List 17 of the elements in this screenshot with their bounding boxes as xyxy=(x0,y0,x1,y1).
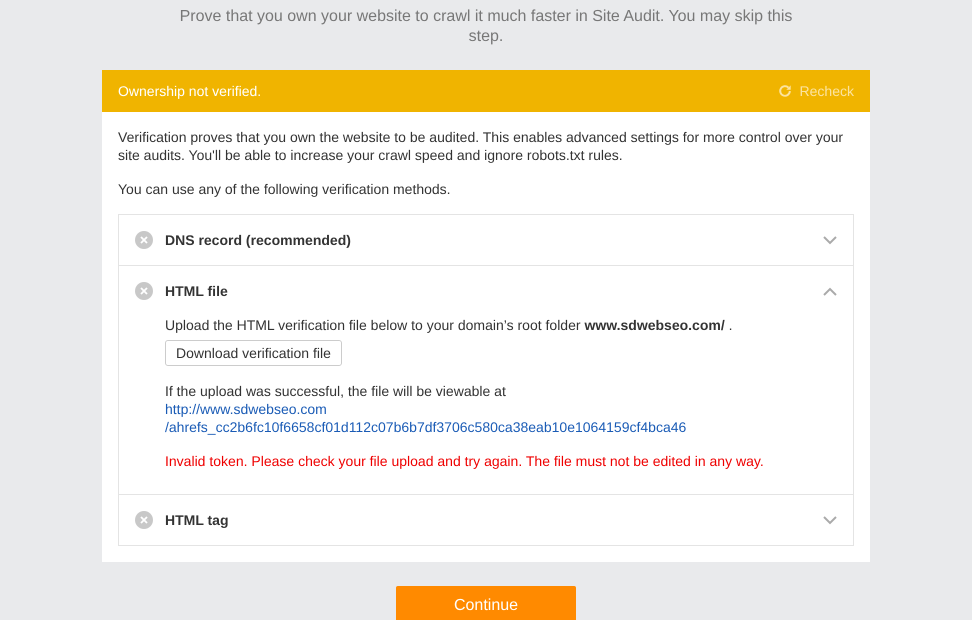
refresh-icon xyxy=(778,84,792,98)
description-text: Verification proves that you own the website to be audited. This enables advanced settings for more control over your site audits. You'll be able to increase your crawl speed and ignore robots.txt rules. xyxy=(118,128,844,164)
method-header[interactable]: HTML tag xyxy=(119,495,853,545)
file-link[interactable]: http://www.sdwebseo.com xyxy=(165,401,327,417)
instruction-text: Upload the HTML verification file below to your domain’s root folder www.sdwebseo.com/ . xyxy=(165,316,734,334)
chevron-down-icon xyxy=(823,236,837,244)
intro-text: Prove that you own your website to crawl it much faster in Site Audit. You may skip this step. xyxy=(178,7,794,47)
method-header[interactable]: HTML file xyxy=(119,266,853,316)
result-text: If the upload was successful, the file will be viewable at xyxy=(165,382,507,400)
download-button[interactable]: Download verification file xyxy=(165,340,342,366)
error-text: Invalid token. Please check your file upload and try again. The file must not be edited in any way. xyxy=(165,452,765,470)
file-link[interactable]: /ahrefs_cc2b6fc10f6658cf01d112c07b6b7df3706c580ca38eab10e1064159cf4bca46 xyxy=(165,419,686,435)
status-text: Ownership not verified. xyxy=(118,82,262,101)
methods-intro-text: You can use any of the following verification methods. xyxy=(118,180,452,198)
chevron-up-icon xyxy=(823,286,837,296)
chevron-down-icon xyxy=(823,516,837,524)
method-header[interactable]: DNS record (recommended) xyxy=(119,215,853,265)
